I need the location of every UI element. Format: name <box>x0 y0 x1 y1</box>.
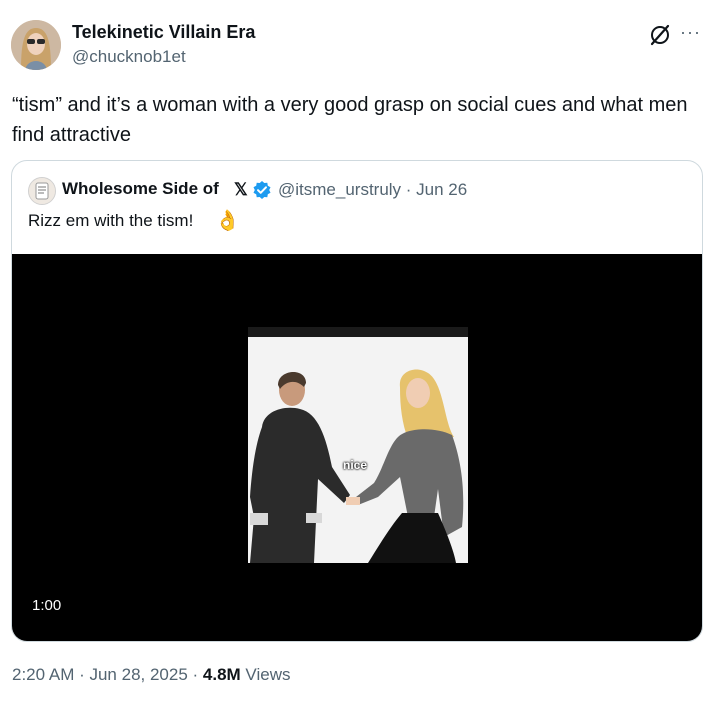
quoted-author-display-name[interactable]: Wholesome Side of <box>62 179 219 199</box>
grok-icon[interactable] <box>648 23 672 47</box>
x-logo-icon: 𝕏 <box>234 180 248 199</box>
video-caption: nice <box>343 458 368 472</box>
quoted-avatar-image <box>29 178 55 204</box>
quoted-author-avatar[interactable] <box>28 177 56 205</box>
avatar-image <box>11 20 61 70</box>
tweet-meta: 2:20 AM · Jun 28, 2025 · 4.8M Views <box>12 665 290 685</box>
video-thumbnail <box>248 327 468 563</box>
author-avatar[interactable] <box>11 20 61 70</box>
timestamp[interactable]: 2:20 AM · Jun 28, 2025 · <box>12 665 203 684</box>
video-duration-badge: 1:00 <box>26 595 68 616</box>
video-player[interactable]: nice 1:00 <box>12 254 702 641</box>
ok-hand-emoji-icon: 👌 <box>215 210 240 232</box>
author-handle[interactable]: @chucknob1et <box>72 47 186 67</box>
views-count: 4.8M <box>202 665 241 684</box>
verified-badge-icon <box>252 180 272 200</box>
quoted-tweet-text: Rizz em with the tism! <box>28 211 194 230</box>
more-options-icon[interactable]: ··· <box>680 22 701 43</box>
quoted-handle-date[interactable]: @itsme_urstruly · Jun 26 <box>278 180 467 200</box>
views-label: Views <box>240 665 291 684</box>
author-display-name[interactable]: Telekinetic Villain Era <box>72 22 255 43</box>
video-frame: nice <box>248 327 468 563</box>
tweet-text: “tism” and it’s a woman with a very good… <box>12 94 688 146</box>
quoted-tweet-card[interactable]: Wholesome Side of 𝕏 @itsme_urstruly · Ju… <box>11 160 703 642</box>
